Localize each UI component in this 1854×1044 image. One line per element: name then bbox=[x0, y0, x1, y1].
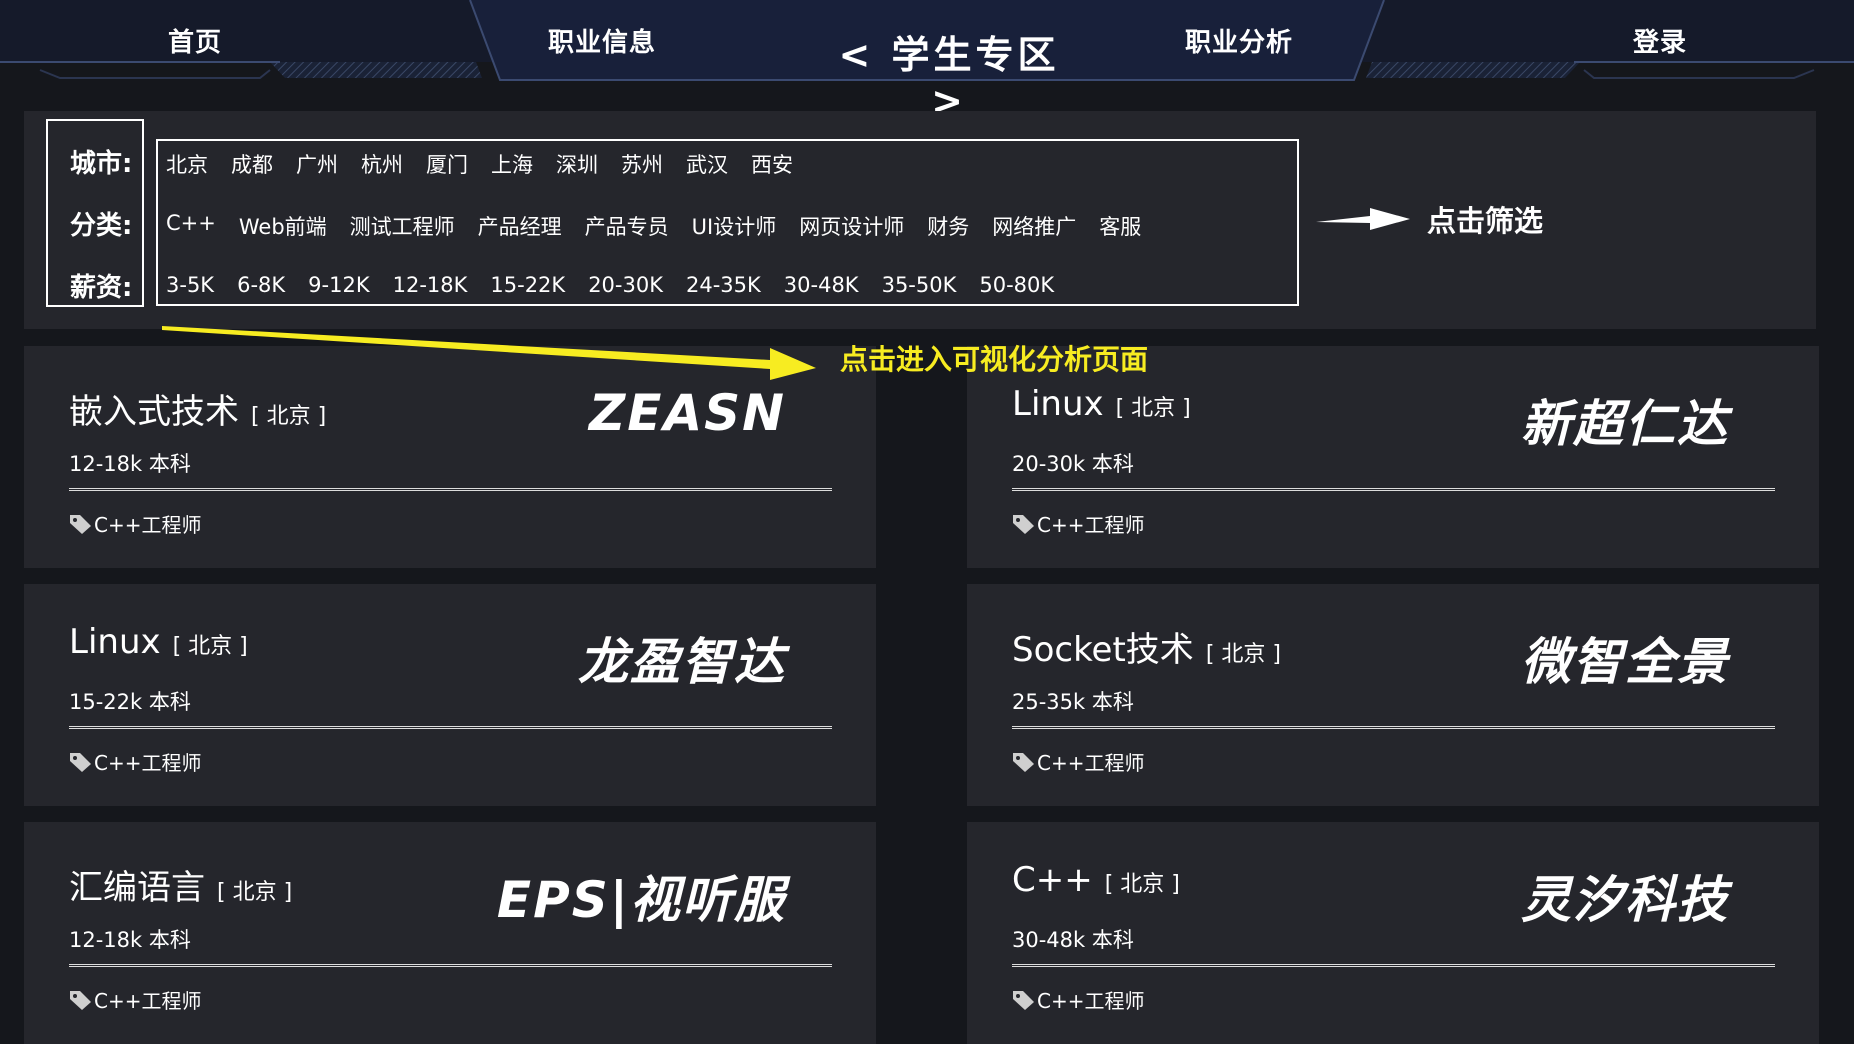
salary-option[interactable]: 30-48K bbox=[784, 273, 859, 297]
category-option[interactable]: 客服 bbox=[1099, 211, 1141, 241]
nav-job-info-link[interactable]: 职业信息 bbox=[548, 22, 656, 59]
job-tag: C++工程师 bbox=[69, 747, 201, 776]
company-name: ZEASN bbox=[589, 384, 786, 442]
job-salary-education: 30-48k 本科 bbox=[1012, 928, 1134, 952]
job-title: Linux[ 北京 ] bbox=[69, 622, 248, 662]
city-option[interactable]: 武汉 bbox=[686, 149, 728, 179]
company-name: 灵汐科技 bbox=[1521, 871, 1729, 929]
page-title: < 学生专区 > bbox=[838, 33, 1060, 123]
salary-option[interactable]: 15-22K bbox=[490, 273, 565, 297]
tag-icon bbox=[1013, 752, 1034, 772]
job-title: 汇编语言[ 北京 ] bbox=[69, 868, 293, 908]
category-options: C++ Web前端 测试工程师 产品经理 产品专员 UI设计师 网页设计师 财务… bbox=[166, 211, 1164, 241]
filter-hint: 点击筛选 bbox=[1427, 204, 1544, 238]
job-tag: C++工程师 bbox=[1012, 509, 1144, 538]
job-salary-education: 25-35k 本科 bbox=[1012, 690, 1134, 714]
city-option[interactable]: 北京 bbox=[166, 149, 208, 179]
job-title: Linux[ 北京 ] bbox=[1012, 384, 1191, 424]
job-city: [ 北京 ] bbox=[1104, 872, 1180, 897]
filter-labels: 城市: 分类: 薪资: bbox=[46, 119, 144, 307]
job-card[interactable]: Linux[ 北京 ] 15-22k 本科 C++工程师 龙盈智达 bbox=[24, 584, 876, 806]
company-name: 新超仁达 bbox=[1521, 395, 1729, 453]
salary-option[interactable]: 9-12K bbox=[308, 273, 369, 297]
card-divider bbox=[1012, 964, 1775, 967]
salary-options: 3-5K 6-8K 9-12K 12-18K 15-22K 20-30K 24-… bbox=[166, 273, 1077, 297]
salary-option[interactable]: 12-18K bbox=[393, 273, 468, 297]
job-title: C++[ 北京 ] bbox=[1012, 860, 1180, 900]
job-salary-education: 12-18k 本科 bbox=[69, 928, 191, 952]
job-tag: C++工程师 bbox=[69, 985, 201, 1014]
card-divider bbox=[69, 964, 832, 967]
job-city: [ 北京 ] bbox=[172, 634, 248, 659]
filter-options: 北京 成都 广州 杭州 厦门 上海 深圳 苏州 武汉 西安 C++ Web前端 … bbox=[156, 139, 1299, 306]
tag-icon bbox=[70, 752, 91, 772]
salary-option[interactable]: 50-80K bbox=[979, 273, 1054, 297]
salary-option[interactable]: 24-35K bbox=[686, 273, 761, 297]
card-divider bbox=[1012, 488, 1775, 491]
category-option[interactable]: UI设计师 bbox=[692, 211, 777, 241]
job-tag: C++工程师 bbox=[69, 509, 201, 538]
category-option[interactable]: 网页设计师 bbox=[799, 211, 904, 241]
card-divider bbox=[1012, 726, 1775, 729]
category-option[interactable]: 财务 bbox=[927, 211, 969, 241]
city-option[interactable]: 厦门 bbox=[426, 149, 468, 179]
job-salary-education: 20-30k 本科 bbox=[1012, 452, 1134, 476]
company-name: 龙盈智达 bbox=[578, 633, 786, 691]
city-option[interactable]: 杭州 bbox=[361, 149, 403, 179]
category-option[interactable]: Web前端 bbox=[239, 211, 327, 241]
city-option[interactable]: 西安 bbox=[751, 149, 793, 179]
category-option[interactable]: C++ bbox=[166, 211, 216, 241]
company-name: 微智全景 bbox=[1521, 633, 1729, 691]
category-option[interactable]: 产品专员 bbox=[585, 211, 669, 241]
job-salary-education: 12-18k 本科 bbox=[69, 452, 191, 476]
city-filter-label: 城市: bbox=[70, 149, 133, 179]
job-city: [ 北京 ] bbox=[217, 880, 293, 905]
visual-analysis-hint[interactable]: 点击进入可视化分析页面 bbox=[840, 338, 1148, 378]
nav-job-analysis-link[interactable]: 职业分析 bbox=[1185, 22, 1293, 59]
city-option[interactable]: 成都 bbox=[231, 149, 273, 179]
category-option[interactable]: 产品经理 bbox=[478, 211, 562, 241]
city-options: 北京 成都 广州 杭州 厦门 上海 深圳 苏州 武汉 西安 bbox=[166, 149, 816, 179]
visual-hint-arrow-icon bbox=[162, 326, 816, 380]
job-tag: C++工程师 bbox=[1012, 985, 1144, 1014]
tag-icon bbox=[70, 514, 91, 534]
tag-icon bbox=[1013, 990, 1034, 1010]
top-nav: 首页 职业信息 < 学生专区 > 职业分析 登录 bbox=[0, 0, 1854, 123]
tag-icon bbox=[70, 990, 91, 1010]
city-option[interactable]: 苏州 bbox=[621, 149, 663, 179]
city-option[interactable]: 广州 bbox=[296, 149, 338, 179]
job-city: [ 北京 ] bbox=[1205, 642, 1281, 667]
nav-home-link[interactable]: 首页 bbox=[168, 22, 222, 59]
salary-option[interactable]: 6-8K bbox=[237, 273, 285, 297]
job-title: Socket技术[ 北京 ] bbox=[1012, 630, 1281, 670]
category-option[interactable]: 网络推广 bbox=[992, 211, 1076, 241]
city-option[interactable]: 上海 bbox=[491, 149, 533, 179]
category-option[interactable]: 测试工程师 bbox=[350, 211, 455, 241]
salary-option[interactable]: 3-5K bbox=[166, 273, 214, 297]
salary-filter-label: 薪资: bbox=[70, 273, 133, 303]
job-card[interactable]: Linux[ 北京 ] 20-30k 本科 C++工程师 新超仁达 bbox=[967, 346, 1819, 568]
category-filter-label: 分类: bbox=[70, 211, 133, 241]
filter-hint-arrow-icon bbox=[1316, 208, 1410, 230]
job-card[interactable]: C++[ 北京 ] 30-48k 本科 C++工程师 灵汐科技 bbox=[967, 822, 1819, 1044]
job-city: [ 北京 ] bbox=[1115, 396, 1191, 421]
card-divider bbox=[69, 488, 832, 491]
city-option[interactable]: 深圳 bbox=[556, 149, 598, 179]
company-name: EPS|视听服 bbox=[496, 871, 786, 929]
tag-icon bbox=[1013, 514, 1034, 534]
nav-login-link[interactable]: 登录 bbox=[1633, 22, 1687, 59]
job-tag: C++工程师 bbox=[1012, 747, 1144, 776]
salary-option[interactable]: 35-50K bbox=[882, 273, 957, 297]
salary-option[interactable]: 20-30K bbox=[588, 273, 663, 297]
job-card[interactable]: Socket技术[ 北京 ] 25-35k 本科 C++工程师 微智全景 bbox=[967, 584, 1819, 806]
job-salary-education: 15-22k 本科 bbox=[69, 690, 191, 714]
job-card[interactable]: 汇编语言[ 北京 ] 12-18k 本科 C++工程师 EPS|视听服 bbox=[24, 822, 876, 1044]
job-title: 嵌入式技术[ 北京 ] bbox=[69, 392, 327, 432]
job-city: [ 北京 ] bbox=[251, 404, 327, 429]
card-divider bbox=[69, 726, 832, 729]
